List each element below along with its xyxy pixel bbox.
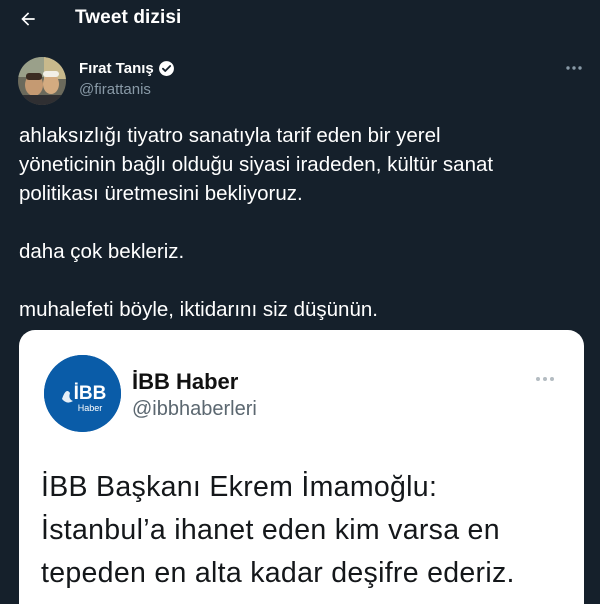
avatar[interactable] — [18, 57, 66, 105]
logo-subtext: Haber — [78, 403, 103, 413]
quoted-author-name: İBB Haber — [132, 369, 239, 394]
more-dots-icon — [565, 65, 583, 71]
tweet-line: yöneticinin bağlı olduğu siyasi iradeden… — [19, 153, 494, 176]
tweet-line: daha çok bekleriz. — [19, 240, 185, 263]
arrow-left-icon — [18, 9, 38, 29]
quoted-author-handle: @ibbhaberleri — [132, 398, 257, 420]
page-title: Tweet dizisi — [75, 7, 182, 28]
tweet-line: muhalefeti böyle, iktidarını siz düşünün… — [19, 298, 378, 321]
author-handle[interactable]: @firattanis — [79, 81, 151, 98]
quoted-line: İstanbul’a ihanet eden kim varsa en — [41, 514, 500, 546]
tweet-thread-page: Tweet dizisi Fırat Tanış @firattanis ahl… — [0, 0, 600, 604]
more-options-button[interactable] — [562, 58, 586, 78]
tweet-line: ahlaksızlığı tiyatro sanatıyla tarif ede… — [19, 124, 441, 147]
tweet-media-image[interactable]: İBB Haber İBB Haber @ibbhaberleri İBB Ba… — [19, 330, 584, 604]
author-name[interactable]: Fırat Tanış — [79, 60, 154, 77]
verified-badge-icon — [158, 60, 175, 77]
quoted-text: İBB Başkanı Ekrem İmamoğlu: İstanbul’a i… — [41, 466, 581, 595]
author-name-row[interactable]: Fırat Tanış — [79, 60, 175, 77]
back-button[interactable] — [10, 2, 46, 36]
logo-text: İBB — [74, 383, 107, 404]
tweet-text: ahlaksızlığı tiyatro sanatıyla tarif ede… — [19, 121, 589, 324]
page-header: Tweet dizisi — [0, 0, 600, 40]
tweet-line: politikası üretmesini bekliyoruz. — [19, 182, 303, 205]
quoted-more-dots-icon — [533, 372, 557, 386]
quoted-line: tepeden en alta kadar deşifre ederiz. — [41, 557, 515, 589]
ibb-haber-logo: İBB Haber — [44, 355, 121, 432]
quoted-line: İBB Başkanı Ekrem İmamoğlu: — [41, 471, 438, 503]
